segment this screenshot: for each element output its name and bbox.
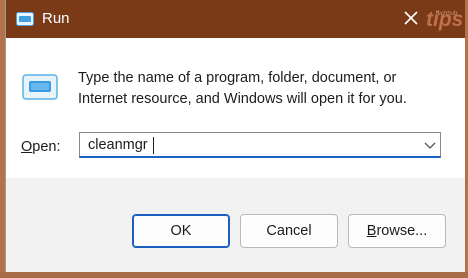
button-bar: OK Cancel Browse...	[6, 178, 465, 272]
ok-button[interactable]: OK	[132, 214, 230, 248]
dialog-body: Type the name of a program, folder, docu…	[6, 38, 465, 178]
dialog-description: Type the name of a program, folder, docu…	[78, 70, 407, 107]
watermark-logo: techhub tips	[426, 4, 465, 36]
watermark-small-text: techhub	[436, 11, 458, 17]
run-icon	[16, 12, 34, 26]
cancel-button[interactable]: Cancel	[240, 214, 338, 248]
close-icon[interactable]	[402, 9, 420, 27]
open-label: Open:	[21, 139, 61, 155]
browse-button[interactable]: Browse...	[348, 214, 446, 248]
desktop-bottom	[0, 272, 468, 278]
run-program-icon	[22, 74, 58, 100]
text-caret	[153, 137, 154, 154]
run-dialog: Run techhub tips Type the name of a prog…	[6, 0, 465, 272]
open-combobox[interactable]: cleanmgr	[79, 132, 441, 158]
open-input-value[interactable]: cleanmgr	[88, 137, 148, 153]
title-bar[interactable]: Run techhub tips	[6, 0, 465, 38]
chevron-down-icon[interactable]	[424, 140, 436, 150]
window-title: Run	[42, 10, 70, 27]
